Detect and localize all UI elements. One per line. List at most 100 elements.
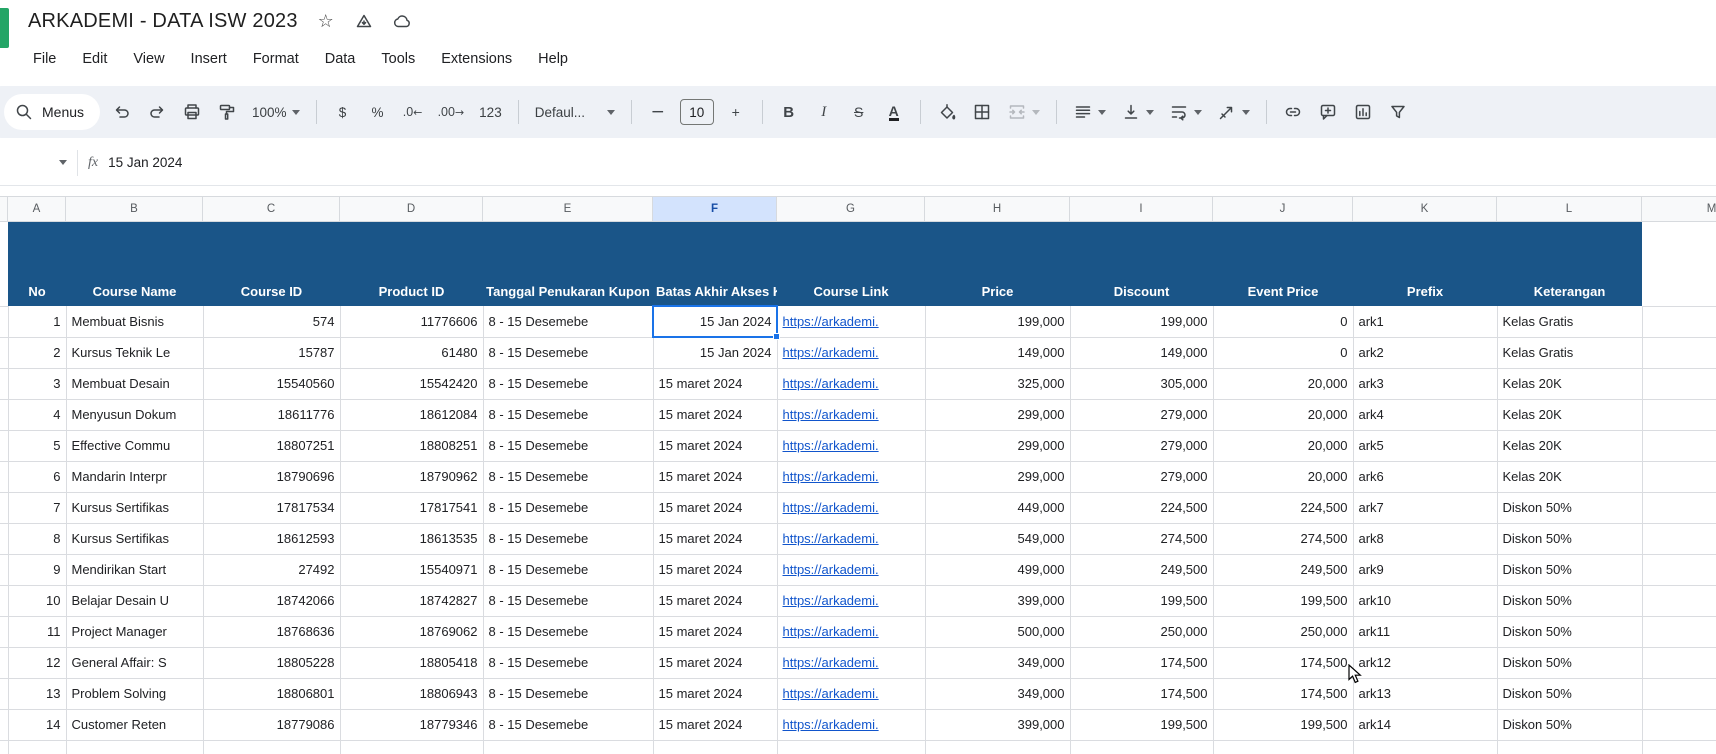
cell-K10[interactable]: ark10	[1353, 585, 1498, 617]
cell-C9[interactable]: 27492	[203, 554, 341, 586]
cell-F3[interactable]: 15 maret 2024	[653, 368, 778, 400]
paint-format-button[interactable]	[214, 98, 240, 126]
cell-I7[interactable]: 224,500	[1070, 492, 1214, 524]
column-header-A[interactable]: A	[8, 197, 66, 221]
cell-E9[interactable]: 8 - 15 Desemebe	[483, 554, 654, 586]
cell-H14[interactable]: 399,000	[925, 709, 1071, 741]
cell-I11[interactable]: 250,000	[1070, 616, 1214, 648]
cell-L4[interactable]: Kelas 20K	[1497, 399, 1643, 431]
cell-B4[interactable]: Menyusun Dokum	[66, 399, 204, 431]
cell-L7[interactable]: Diskon 50%	[1497, 492, 1643, 524]
cell-H12[interactable]: 349,000	[925, 647, 1071, 679]
cell-M9[interactable]	[1642, 554, 1716, 586]
cell-C10[interactable]: 18742066	[203, 585, 341, 617]
column-header-L[interactable]: L	[1497, 197, 1642, 221]
vertical-align-button[interactable]	[1118, 98, 1157, 126]
text-color-button[interactable]: A	[881, 98, 907, 126]
cell-A2[interactable]: 2	[8, 337, 67, 369]
empty-cell[interactable]	[925, 740, 1071, 754]
font-size-input[interactable]: 10	[679, 99, 714, 125]
cell-L3[interactable]: Kelas 20K	[1497, 368, 1643, 400]
menu-view[interactable]: View	[124, 48, 173, 70]
empty-cell[interactable]	[203, 740, 341, 754]
cell-I8[interactable]: 274,500	[1070, 523, 1214, 555]
print-button[interactable]	[179, 98, 205, 126]
cell-L11[interactable]: Diskon 50%	[1497, 616, 1643, 648]
cell-L13[interactable]: Diskon 50%	[1497, 678, 1643, 710]
cell-G3[interactable]: https://arkademi.	[777, 368, 926, 400]
cell-F6[interactable]: 15 maret 2024	[653, 461, 778, 493]
cell-B13[interactable]: Problem Solving	[66, 678, 204, 710]
column-header-J[interactable]: J	[1213, 197, 1353, 221]
empty-cell[interactable]	[777, 740, 926, 754]
cell-J8[interactable]: 274,500	[1213, 523, 1354, 555]
create-filter-button[interactable]	[1385, 98, 1411, 126]
cell-G11[interactable]: https://arkademi.	[777, 616, 926, 648]
cell-F7[interactable]: 15 maret 2024	[653, 492, 778, 524]
cell-I13[interactable]: 174,500	[1070, 678, 1214, 710]
borders-button[interactable]	[969, 98, 995, 126]
cell-G14[interactable]: https://arkademi.	[777, 709, 926, 741]
cell-M5[interactable]	[1642, 430, 1716, 462]
cell-M11[interactable]	[1642, 616, 1716, 648]
cell-F2[interactable]: 15 Jan 2024	[653, 337, 778, 369]
cell-A14[interactable]: 14	[8, 709, 67, 741]
move-to-drive-icon[interactable]	[354, 12, 374, 32]
cell-M1[interactable]	[1642, 306, 1716, 338]
menu-extensions[interactable]: Extensions	[432, 48, 521, 70]
cell-A8[interactable]: 8	[8, 523, 67, 555]
cell-E8[interactable]: 8 - 15 Desemebe	[483, 523, 654, 555]
cell-D8[interactable]: 18613535	[340, 523, 484, 555]
empty-cell[interactable]	[340, 740, 484, 754]
cell-G10[interactable]: https://arkademi.	[777, 585, 926, 617]
cell-I4[interactable]: 279,000	[1070, 399, 1214, 431]
empty-cell[interactable]	[1353, 740, 1498, 754]
decrease-decimal-button[interactable]: .0 ←	[400, 98, 426, 126]
cell-A6[interactable]: 6	[8, 461, 67, 493]
table-header-event-price[interactable]: Event Price	[1213, 222, 1353, 306]
cell-F11[interactable]: 15 maret 2024	[653, 616, 778, 648]
zoom-select[interactable]: 100%	[249, 98, 303, 126]
cell-H5[interactable]: 299,000	[925, 430, 1071, 462]
increase-font-size-button[interactable]: +	[723, 98, 749, 126]
cell-I6[interactable]: 279,000	[1070, 461, 1214, 493]
table-header-tanggal[interactable]: Tanggal Penukaran Kupon	[483, 222, 653, 306]
cell-G7[interactable]: https://arkademi.	[777, 492, 926, 524]
cell-B12[interactable]: General Affair: S	[66, 647, 204, 679]
cell-I1[interactable]: 199,000	[1070, 306, 1214, 338]
cell-E11[interactable]: 8 - 15 Desemebe	[483, 616, 654, 648]
cell-J5[interactable]: 20,000	[1213, 430, 1354, 462]
decrease-font-size-button[interactable]: −	[645, 98, 671, 126]
cell-H6[interactable]: 299,000	[925, 461, 1071, 493]
cell-A12[interactable]: 12	[8, 647, 67, 679]
cell-A10[interactable]: 10	[8, 585, 67, 617]
cell-C2[interactable]: 15787	[203, 337, 341, 369]
cell-B9[interactable]: Mendirikan Start	[66, 554, 204, 586]
cell-B11[interactable]: Project Manager	[66, 616, 204, 648]
cell-C6[interactable]: 18790696	[203, 461, 341, 493]
cell-I3[interactable]: 305,000	[1070, 368, 1214, 400]
cell-B7[interactable]: Kursus Sertifikas	[66, 492, 204, 524]
document-title[interactable]: ARKADEMI - DATA ISW 2023	[28, 10, 298, 33]
cell-H10[interactable]: 399,000	[925, 585, 1071, 617]
cell-M13[interactable]	[1642, 678, 1716, 710]
cell-D11[interactable]: 18769062	[340, 616, 484, 648]
cell-C14[interactable]: 18779086	[203, 709, 341, 741]
cell-I2[interactable]: 149,000	[1070, 337, 1214, 369]
cell-L5[interactable]: Kelas 20K	[1497, 430, 1643, 462]
empty-cell[interactable]	[1497, 740, 1643, 754]
cell-K9[interactable]: ark9	[1353, 554, 1498, 586]
cell-H4[interactable]: 299,000	[925, 399, 1071, 431]
cell-F10[interactable]: 15 maret 2024	[653, 585, 778, 617]
cell-K1[interactable]: ark1	[1353, 306, 1498, 338]
cell-M8[interactable]	[1642, 523, 1716, 555]
cell-F9[interactable]: 15 maret 2024	[653, 554, 778, 586]
cell-G8[interactable]: https://arkademi.	[777, 523, 926, 555]
cell-G6[interactable]: https://arkademi.	[777, 461, 926, 493]
column-header-F[interactable]: F	[653, 197, 777, 221]
cell-C11[interactable]: 18768636	[203, 616, 341, 648]
cell-M2[interactable]	[1642, 337, 1716, 369]
cell-K13[interactable]: ark13	[1353, 678, 1498, 710]
cell-H8[interactable]: 549,000	[925, 523, 1071, 555]
cell-I5[interactable]: 279,000	[1070, 430, 1214, 462]
